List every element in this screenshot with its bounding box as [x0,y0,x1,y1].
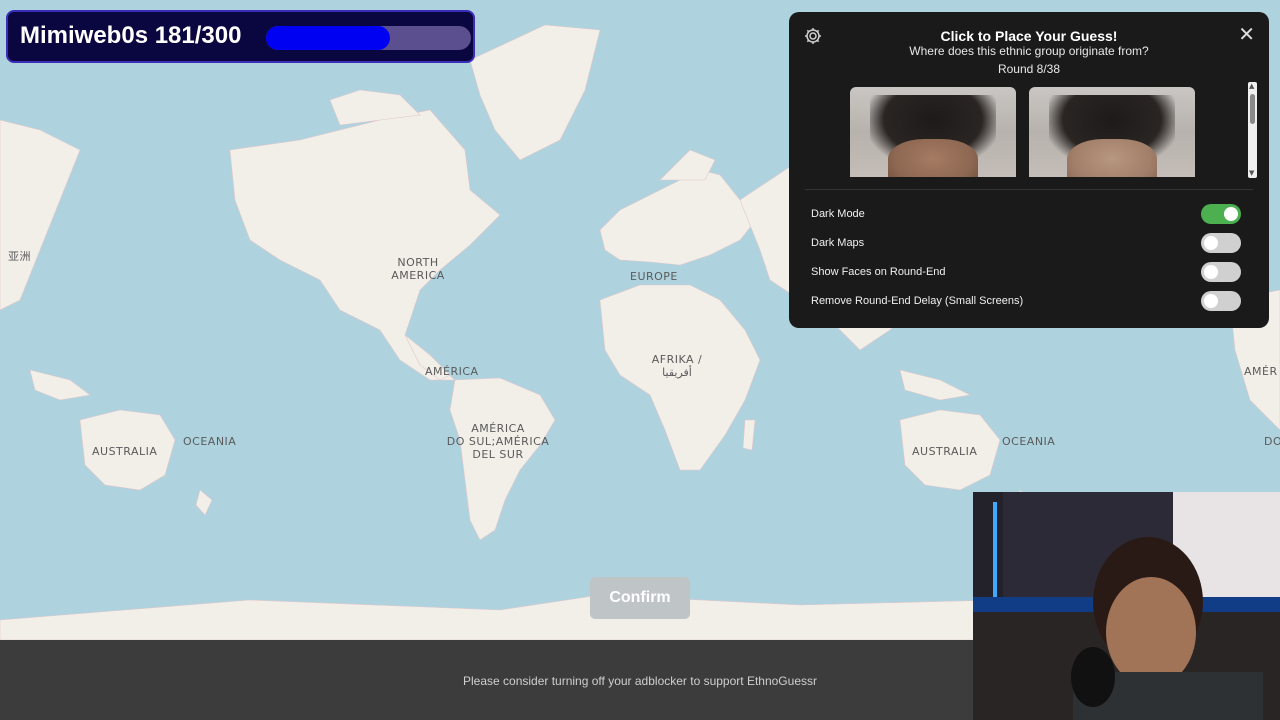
panel-title: Click to Place Your Guess! [940,28,1118,44]
setting-label: Show Faces on Round-End [811,266,946,278]
scroll-down-icon[interactable]: ▼ [1249,170,1254,177]
map-label-do-right: DO [1264,435,1280,448]
map-label-north-america: NORTH AMERICA [391,256,445,282]
confirm-button[interactable]: Confirm [590,577,690,619]
progress-fill [266,26,390,50]
faces-scrollbar[interactable]: ▲ ▼ [1248,82,1257,178]
scroll-up-icon[interactable]: ▲ [1249,83,1254,90]
map-label-america-right: AMÉR [1244,365,1278,378]
setting-label: Dark Mode [811,208,865,220]
progress-track [266,26,471,50]
guess-panel: ✕ Click to Place Your Guess! Where does … [789,12,1269,328]
setting-dark-maps: Dark Maps [811,233,1241,257]
setting-dark-mode: Dark Mode [811,204,1241,228]
setting-label: Remove Round-End Delay (Small Screens) [811,295,1024,307]
map-label-america: AMÉRICA [425,365,479,378]
dark-mode-toggle[interactable] [1201,204,1241,224]
map-label-oceania-left: OCEANIA [183,435,237,448]
scrollbar-thumb[interactable] [1250,94,1255,124]
panel-question: Where does this ethnic group originate f… [909,44,1149,58]
round-counter: Round 8/38 [997,62,1061,76]
score-progress-badge: Mimiweb0s 181/300 [6,10,475,63]
face-image [1029,87,1195,177]
map-label-europe: EUROPE [630,270,678,283]
player-score-title: Mimiweb0s 181/300 [20,22,242,49]
map-label-asia: 亚洲 [8,250,31,263]
map-label-australia-left: AUSTRALIA [92,445,158,458]
panel-divider [805,189,1253,190]
setting-show-faces: Show Faces on Round-End [811,262,1241,286]
map-label-australia-right: AUSTRALIA [912,445,978,458]
face-image [850,87,1016,177]
dark-maps-toggle[interactable] [1201,233,1241,253]
show-faces-toggle[interactable] [1201,262,1241,282]
map-label-africa: AFRIKA / أفريقيا [651,353,703,379]
setting-remove-delay: Remove Round-End Delay (Small Screens) [811,291,1241,315]
map-label-south-america: AMÉRICA DO SUL;AMÉRICA DEL SUR [446,422,550,461]
setting-label: Dark Maps [811,237,865,249]
remove-delay-toggle[interactable] [1201,291,1241,311]
webcam-overlay [973,492,1280,720]
map-label-oceania-right: OCEANIA [1002,435,1056,448]
